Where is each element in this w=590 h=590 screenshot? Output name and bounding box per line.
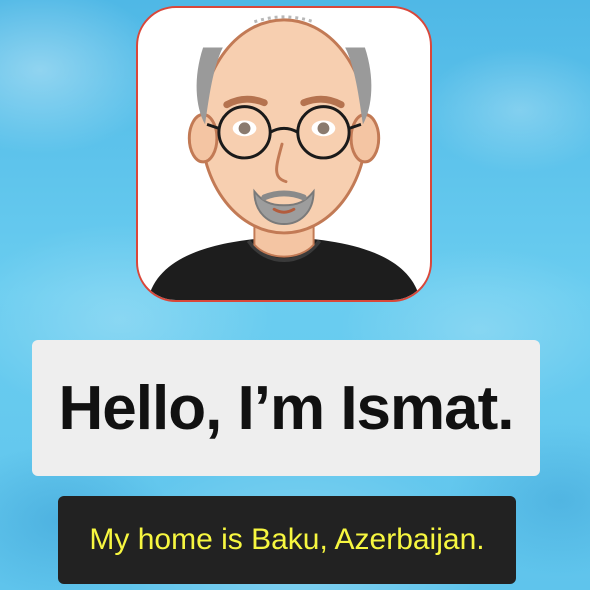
cartoon-avatar-icon bbox=[147, 15, 421, 300]
greeting-heading: Hello, I’m Ismat. bbox=[58, 373, 514, 443]
location-card: My home is Baku, Azerbaijan. bbox=[58, 496, 516, 584]
location-text: My home is Baku, Azerbaijan. bbox=[89, 523, 485, 556]
greeting-card: Hello, I’m Ismat. bbox=[32, 340, 540, 476]
avatar bbox=[136, 6, 432, 302]
